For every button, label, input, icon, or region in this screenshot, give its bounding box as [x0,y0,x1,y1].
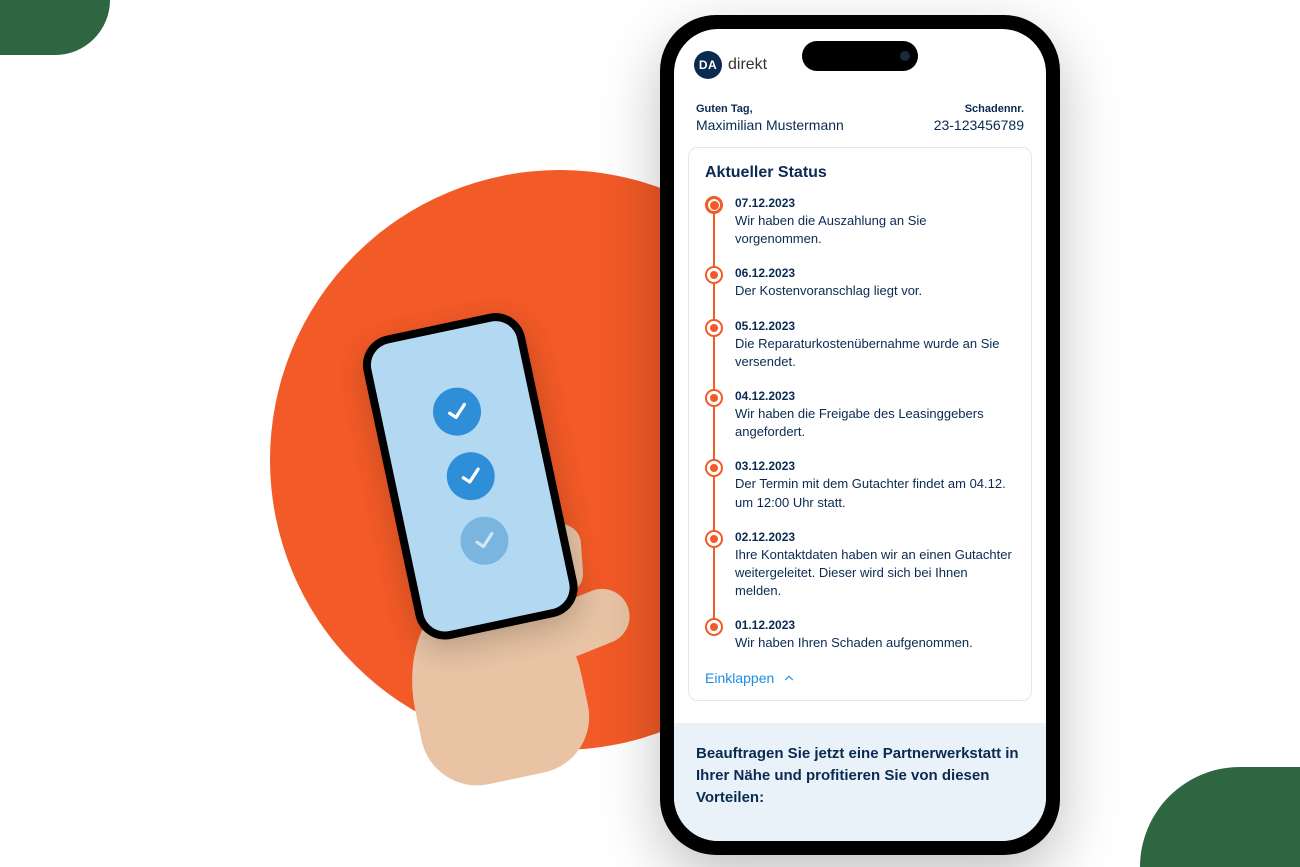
decor-corner-top-left [0,0,110,55]
chevron-up-icon [782,671,796,685]
timeline-item: 02.12.2023 Ihre Kontaktdaten haben wir a… [705,530,1015,619]
decor-corner-bottom-right [1140,767,1300,867]
timeline-date: 07.12.2023 [735,196,1015,210]
collapse-button[interactable]: Einklappen [705,670,1015,686]
timeline-text: Wir haben Ihren Schaden aufgenommen. [735,634,1015,652]
claim-number: 23-123456789 [934,117,1024,133]
timeline-item: 03.12.2023 Der Termin mit dem Gutachter … [705,459,1015,529]
check-icon [442,448,499,505]
timeline-dot-icon [705,196,723,214]
user-name: Maximilian Mustermann [696,117,844,133]
timeline-item: 01.12.2023 Wir haben Ihren Schaden aufge… [705,618,1015,660]
timeline-dot-icon [705,319,723,337]
status-timeline: 07.12.2023 Wir haben die Auszahlung an S… [705,196,1015,660]
timeline-dot-icon [705,618,723,636]
timeline-text: Wir haben die Freigabe des Leasinggebers… [735,405,1015,441]
timeline-date: 01.12.2023 [735,618,1015,632]
timeline-date: 06.12.2023 [735,266,1015,280]
timeline-date: 04.12.2023 [735,389,1015,403]
claim-number-label: Schadennr. [934,103,1024,115]
brand-logo-text: direkt [728,56,767,74]
timeline-text: Der Termin mit dem Gutachter findet am 0… [735,475,1015,511]
timeline-date: 05.12.2023 [735,319,1015,333]
phone-notch [802,41,918,71]
timeline-text: Wir haben die Auszahlung an Sie vorgenom… [735,212,1015,248]
status-card: Aktueller Status 07.12.2023 Wir haben di… [688,147,1032,701]
timeline-date: 03.12.2023 [735,459,1015,473]
timeline-text: Die Reparaturkostenübernahme wurde an Si… [735,335,1015,371]
timeline-text: Ihre Kontaktdaten haben wir an einen Gut… [735,546,1015,601]
brand-logo-badge: DA [694,51,722,79]
timeline-date: 02.12.2023 [735,530,1015,544]
collapse-label: Einklappen [705,670,774,686]
check-icon [428,383,485,440]
greeting-label: Guten Tag, [696,103,844,115]
promo-text: Beauftragen Sie jetzt eine Partnerwerkst… [696,745,1019,806]
status-title: Aktueller Status [705,164,1015,182]
main-phone-mockup: DA direkt Guten Tag, Maximilian Musterma… [660,15,1060,855]
check-icon [456,512,513,569]
app-screen: DA direkt Guten Tag, Maximilian Musterma… [674,29,1046,841]
user-claim-row: Guten Tag, Maximilian Mustermann Schaden… [674,89,1046,147]
timeline-item: 05.12.2023 Die Reparaturkostenübernahme … [705,319,1015,389]
timeline-dot-icon [705,459,723,477]
timeline-dot-icon [705,266,723,284]
timeline-item: 07.12.2023 Wir haben die Auszahlung an S… [705,196,1015,266]
timeline-dot-icon [705,530,723,548]
timeline-dot-icon [705,389,723,407]
timeline-item: 06.12.2023 Der Kostenvoranschlag liegt v… [705,266,1015,318]
timeline-text: Der Kostenvoranschlag liegt vor. [735,282,1015,300]
promo-banner: Beauftragen Sie jetzt eine Partnerwerkst… [674,723,1046,841]
timeline-item: 04.12.2023 Wir haben die Freigabe des Le… [705,389,1015,459]
